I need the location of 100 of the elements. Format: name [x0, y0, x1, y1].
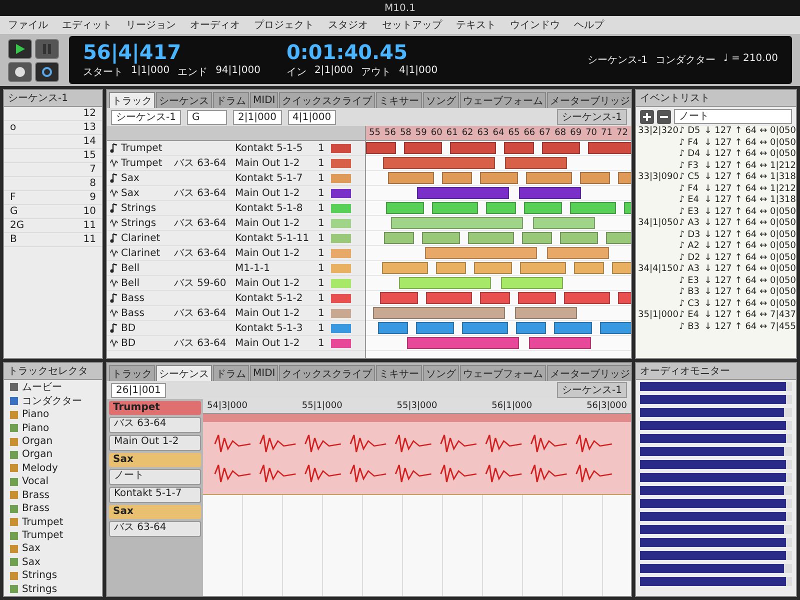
range-end-field[interactable]: 4|1|000 — [288, 110, 336, 124]
midi-region[interactable] — [416, 322, 454, 334]
midi-region[interactable] — [520, 262, 566, 274]
midi-region[interactable] — [382, 262, 428, 274]
track-name[interactable]: Strings — [121, 202, 171, 214]
filter-dropdown[interactable]: ノート — [674, 109, 792, 124]
inspector-field[interactable]: バス 63-64 — [109, 417, 201, 433]
event-note[interactable]: ♪ E4 — [679, 195, 702, 206]
tab[interactable]: MIDI — [250, 92, 278, 108]
midi-region[interactable] — [450, 142, 496, 154]
track-name[interactable]: Bell — [121, 262, 171, 274]
audio-region[interactable] — [391, 217, 523, 229]
tab[interactable]: MIDI — [250, 365, 278, 381]
event-note[interactable]: ♪ E3 — [679, 276, 702, 287]
track-output[interactable]: Kontakt 5-1-3 — [235, 322, 315, 334]
track-selector-item[interactable]: Vocal — [22, 476, 49, 488]
track-selector-item[interactable]: Melody — [22, 462, 58, 474]
track-name[interactable]: Clarinet — [121, 248, 171, 258]
track-color-swatch[interactable] — [331, 294, 351, 302]
track-selector-item[interactable]: Brass — [22, 503, 50, 514]
track-name[interactable]: Sax — [121, 172, 171, 184]
menu-item[interactable]: セットアップ — [382, 18, 442, 32]
sequence-selector[interactable]: シーケンス-1 — [588, 53, 648, 67]
audio-region[interactable] — [505, 157, 567, 169]
midi-region[interactable] — [518, 292, 556, 304]
event-note[interactable]: ♪ C3 — [679, 298, 702, 310]
track-selector-item[interactable]: Organ — [22, 436, 53, 448]
midi-region[interactable] — [480, 292, 510, 304]
track-color-swatch[interactable] — [331, 218, 351, 228]
midi-region[interactable] — [564, 292, 610, 304]
tab[interactable]: トラック — [109, 365, 155, 381]
track-selector-item[interactable]: Piano — [22, 409, 50, 420]
midi-region[interactable] — [436, 262, 466, 274]
track-selector-item[interactable]: Trumpet — [22, 530, 64, 541]
midi-region[interactable] — [404, 142, 442, 154]
midi-region[interactable] — [580, 172, 610, 184]
tab[interactable]: メーターブリッジ — [547, 365, 631, 381]
track-output[interactable]: Kontakt 5-1-7 — [235, 172, 315, 184]
inspector-field[interactable]: ノート — [109, 469, 201, 485]
track-header[interactable]: Trumpet — [109, 401, 201, 415]
midi-region[interactable] — [554, 322, 592, 334]
menu-item[interactable]: スタジオ — [328, 18, 368, 32]
midi-region[interactable] — [574, 262, 604, 274]
midi-region[interactable] — [526, 172, 572, 184]
record-button[interactable] — [8, 62, 32, 82]
tab[interactable]: クイックスクライブ — [279, 365, 376, 381]
track-name[interactable]: Trumpet — [121, 142, 171, 154]
track-color-swatch[interactable] — [331, 188, 351, 198]
track-color-swatch[interactable] — [331, 248, 351, 258]
track-color-swatch[interactable] — [331, 324, 351, 332]
audio-region[interactable] — [547, 247, 609, 259]
event-note[interactable]: ♪ D5 — [679, 126, 702, 138]
track-name[interactable]: Sax — [121, 188, 171, 198]
sequence-dropdown[interactable]: シーケンス-1 — [111, 110, 181, 124]
midi-region[interactable] — [468, 232, 514, 244]
menu-item[interactable]: ヘルプ — [574, 18, 604, 32]
audio-region[interactable] — [399, 277, 491, 289]
audio-region[interactable] — [373, 307, 505, 319]
play-button[interactable] — [8, 38, 32, 58]
event-note[interactable]: ♪ F3 — [679, 160, 702, 172]
inspector-field[interactable]: Main Out 1-2 — [109, 435, 201, 451]
location-field[interactable]: 26|1|001 — [111, 382, 166, 398]
tab[interactable]: ドラム — [213, 365, 249, 381]
track-selector-item[interactable]: Strings — [22, 570, 58, 582]
inspector-field[interactable]: Kontakt 5-1-7 — [109, 487, 201, 503]
track-selector-item[interactable]: コンダクター — [22, 394, 82, 408]
inspector-field[interactable]: バス 63-64 — [109, 521, 201, 537]
audio-region[interactable] — [383, 157, 495, 169]
event-note[interactable]: ♪ D4 — [679, 149, 702, 160]
midi-region[interactable] — [474, 262, 512, 274]
tab[interactable]: メーターブリッジ — [547, 92, 631, 108]
audio-region[interactable] — [533, 217, 595, 229]
audio-region[interactable] — [425, 247, 537, 259]
track-output[interactable]: M1-1-1 — [235, 262, 315, 274]
range-start-field[interactable]: 2|1|000 — [232, 110, 282, 124]
menu-item[interactable]: オーディオ — [190, 18, 240, 32]
midi-region[interactable] — [462, 322, 508, 334]
midi-region[interactable] — [542, 142, 580, 154]
track-selector-item[interactable]: Piano — [22, 422, 50, 434]
tab[interactable]: ミキサー — [376, 92, 422, 108]
menu-item[interactable]: リージョン — [126, 18, 176, 32]
track-selector-item[interactable]: Sax — [22, 543, 40, 554]
track-output[interactable]: Kontakt 5-1-11 — [235, 232, 315, 244]
filter-dropdown[interactable]: G — [186, 110, 227, 124]
menu-item[interactable]: テキスト — [456, 18, 496, 32]
track-color-swatch[interactable] — [331, 308, 351, 318]
event-note[interactable]: ♪ D2 — [679, 252, 702, 264]
tempo-value[interactable]: ♩ = 210.00 — [724, 53, 778, 67]
track-name[interactable]: Bass — [121, 292, 171, 304]
tab[interactable]: ウェーブフォーム — [460, 92, 546, 108]
conductor-selector[interactable]: コンダクター — [656, 53, 716, 67]
midi-region[interactable] — [560, 232, 598, 244]
audio-region[interactable] — [515, 307, 577, 319]
track-name[interactable]: Bass — [121, 308, 171, 318]
track-color-swatch[interactable] — [331, 174, 351, 182]
track-selector-item[interactable]: Organ — [22, 449, 53, 460]
midi-region[interactable] — [516, 322, 546, 334]
track-output[interactable]: Kontakt 5-1-5 — [235, 142, 315, 154]
event-note[interactable]: ♪ B3 — [679, 287, 702, 298]
event-note[interactable]: ♪ D3 — [679, 230, 702, 241]
